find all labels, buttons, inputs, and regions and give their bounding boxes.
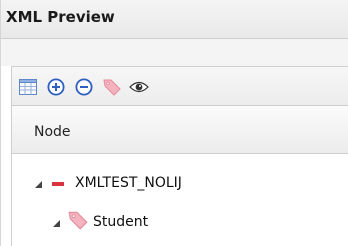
tag-icon (103, 79, 121, 96)
column-header-label: Node (34, 124, 71, 140)
preview-button[interactable] (129, 77, 149, 97)
eye-icon (129, 81, 149, 93)
collapse-button[interactable] (74, 77, 94, 97)
minus-icon (52, 182, 64, 186)
xml-tree-grid: Node XMLTEST_NOLIJ Student (11, 106, 348, 246)
tree-node-label: XMLTEST_NOLIJ (75, 175, 182, 191)
panel-title: XML Preview (6, 8, 115, 26)
panel-header: XML Preview (1, 0, 348, 39)
tree-row[interactable]: XMLTEST_NOLIJ (12, 165, 348, 203)
toolbar (11, 66, 348, 106)
expand-button[interactable] (46, 77, 66, 97)
table-view-button[interactable] (18, 77, 38, 97)
panel-spacer (1, 39, 348, 66)
add-circle-icon (47, 78, 65, 96)
xml-preview-panel: XML Preview Node XMLTEST_NOLIJ Student (0, 0, 348, 246)
expanded-arrow-icon[interactable] (52, 219, 61, 228)
column-header-node[interactable]: Node (12, 106, 348, 154)
remove-circle-icon (75, 78, 93, 96)
tag-button[interactable] (102, 77, 122, 97)
expanded-arrow-icon[interactable] (34, 180, 43, 189)
tree-row[interactable]: Student (12, 204, 348, 242)
table-icon (19, 79, 37, 95)
tree-node-label: Student (93, 214, 149, 230)
tag-icon (68, 211, 88, 230)
